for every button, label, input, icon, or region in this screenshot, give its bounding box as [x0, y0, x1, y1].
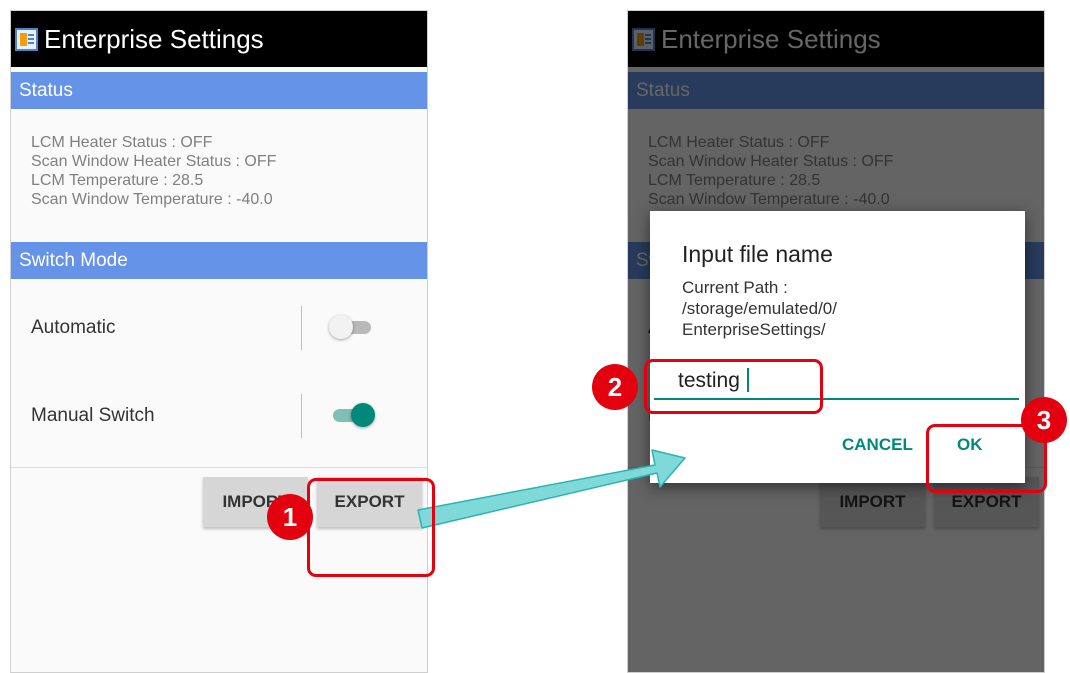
- step1-badge: 1: [267, 494, 313, 540]
- step1-highlight-box: [307, 478, 435, 577]
- step2-highlight-box: [644, 359, 823, 414]
- step-arrow: [417, 449, 686, 529]
- step3-badge: 3: [1021, 397, 1067, 443]
- arrow-overlay: [417, 449, 686, 529]
- step2-badge: 2: [592, 364, 638, 410]
